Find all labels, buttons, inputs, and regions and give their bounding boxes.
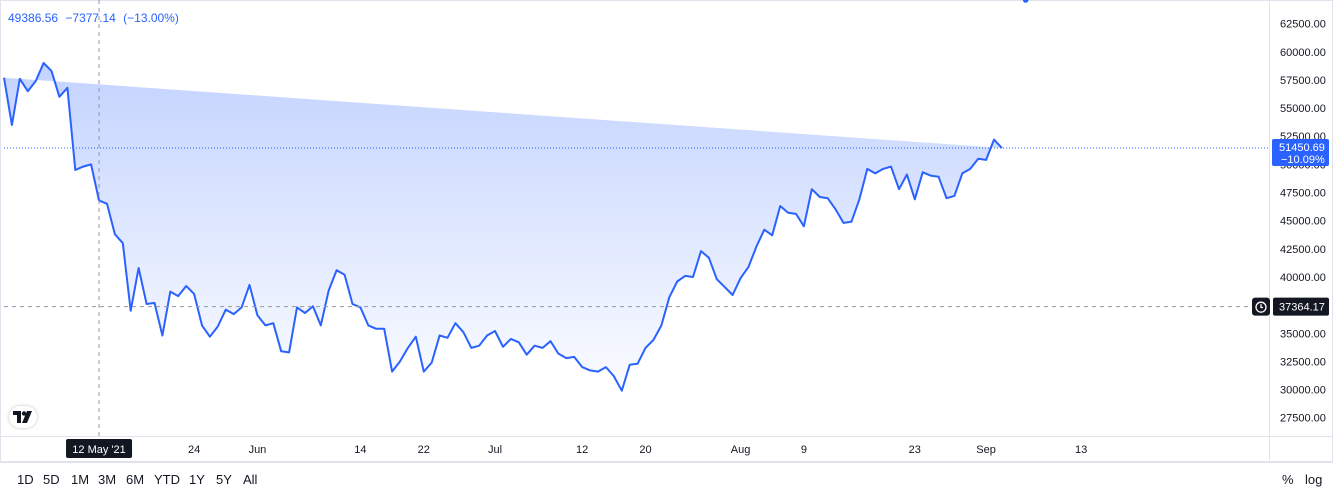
percent-scale-button[interactable]: %	[1282, 472, 1294, 487]
series-area	[4, 63, 1002, 391]
y-tick-label: 35000.00	[1280, 328, 1326, 340]
range-button-6m[interactable]: 6M	[126, 472, 144, 487]
y-tick-label: 40000.00	[1280, 272, 1326, 284]
y-tick-label: 47500.00	[1280, 188, 1326, 200]
x-tick-label: 24	[188, 444, 200, 456]
y-tick-label: 55000.00	[1280, 103, 1326, 115]
chart-widget: 62500.00 60000.00 57500.00 55000.00 52500.00…	[0, 0, 1333, 495]
x-tick-label: 23	[909, 444, 921, 456]
x-tick-label: 12	[576, 444, 588, 456]
x-tick-label: 22	[418, 444, 430, 456]
last-price-label: 51450.69−10.09%	[1272, 139, 1329, 167]
x-tick-label: 9	[801, 444, 807, 456]
log-scale-button[interactable]: log	[1305, 472, 1322, 487]
tradingview-logo-icon[interactable]	[9, 406, 37, 428]
x-tick-label: Jun	[249, 444, 267, 456]
x-tick-label: 14	[354, 444, 366, 456]
crosshair-date-label: 12 May '21	[66, 439, 133, 458]
legend-change-pct: (−13.00%)	[123, 11, 179, 25]
range-button-ytd[interactable]: YTD	[154, 472, 180, 487]
last-price-pct-text: −10.09%	[1281, 154, 1325, 166]
y-tick-label: 42500.00	[1280, 244, 1326, 256]
range-button-1m[interactable]: 1M	[71, 472, 89, 487]
range-button-5d[interactable]: 5D	[43, 472, 60, 487]
last-price-dot	[1022, 0, 1029, 3]
range-button-3m[interactable]: 3M	[98, 472, 116, 487]
legend-price: 49386.56	[8, 11, 59, 25]
range-button-all[interactable]: All	[243, 472, 257, 487]
x-tick-label: Sep	[976, 444, 996, 456]
bottom-toolbar: 1D 5D 1M 3M 6M YTD 1Y 5Y All % log	[0, 462, 1333, 495]
y-tick-label: 27500.00	[1280, 413, 1326, 425]
y-tick-label: 45000.00	[1280, 216, 1326, 228]
y-tick-label: 62500.00	[1280, 19, 1326, 31]
range-button-1d[interactable]: 1D	[17, 472, 34, 487]
ohlc-legend: 49386.56 −7377.14 (−13.00%)	[8, 11, 183, 25]
crosshair-price-label: 37364.17	[1273, 297, 1329, 316]
x-tick-label: 20	[639, 444, 651, 456]
price-chart[interactable]: 62500.0060000.0057500.0055000.0052500.00…	[0, 0, 1333, 462]
crosshair-price-text: 37364.17	[1279, 302, 1325, 314]
legend-change: −7377.14	[65, 11, 116, 25]
y-tick-label: 30000.00	[1280, 385, 1326, 397]
crosshair-date-text: 12 May '21	[72, 444, 125, 456]
y-tick-label: 32500.00	[1280, 356, 1326, 368]
x-tick-label: Aug	[731, 444, 751, 456]
range-button-5y[interactable]: 5Y	[216, 472, 232, 487]
x-tick-label: Jul	[488, 444, 502, 456]
y-tick-label: 57500.00	[1280, 75, 1326, 87]
y-tick-label: 60000.00	[1280, 47, 1326, 59]
last-price-text: 51450.69	[1279, 142, 1325, 154]
range-button-1y[interactable]: 1Y	[189, 472, 205, 487]
add-alert-icon[interactable]	[1252, 297, 1270, 316]
x-tick-label: 13	[1075, 444, 1087, 456]
